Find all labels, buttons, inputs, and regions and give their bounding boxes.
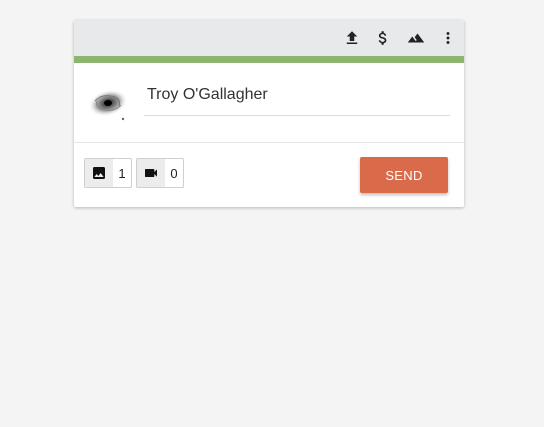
image-icon-wrap (85, 159, 113, 187)
upload-button[interactable] (340, 26, 364, 50)
payment-button[interactable] (371, 26, 395, 50)
avatar-galaxy-icon[interactable] (87, 85, 129, 123)
card-toolbar (74, 20, 464, 56)
upload-icon (346, 31, 358, 44)
more-options-button[interactable] (436, 26, 460, 50)
image-count-button[interactable]: 1 (84, 158, 132, 188)
accent-bar (74, 56, 464, 63)
landscape-button[interactable] (404, 26, 428, 50)
image-icon (93, 167, 105, 179)
videocam-icon (145, 169, 157, 177)
recipient-name-field[interactable]: Troy O'Gallagher (144, 63, 450, 116)
landscape-icon (407, 33, 425, 43)
video-count-button[interactable]: 0 (136, 158, 184, 188)
send-button[interactable]: SEND (360, 157, 448, 193)
more-vert-icon (446, 32, 450, 44)
video-icon-wrap (137, 159, 165, 187)
video-count: 0 (170, 165, 178, 181)
divider (74, 142, 464, 143)
profile-row: Troy O'Gallagher (74, 63, 464, 142)
compose-card: Troy O'Gallagher 1 0 SEND (74, 20, 464, 207)
recipient-name: Troy O'Gallagher (147, 86, 268, 103)
dollar-icon (378, 31, 387, 45)
image-count: 1 (118, 165, 126, 181)
